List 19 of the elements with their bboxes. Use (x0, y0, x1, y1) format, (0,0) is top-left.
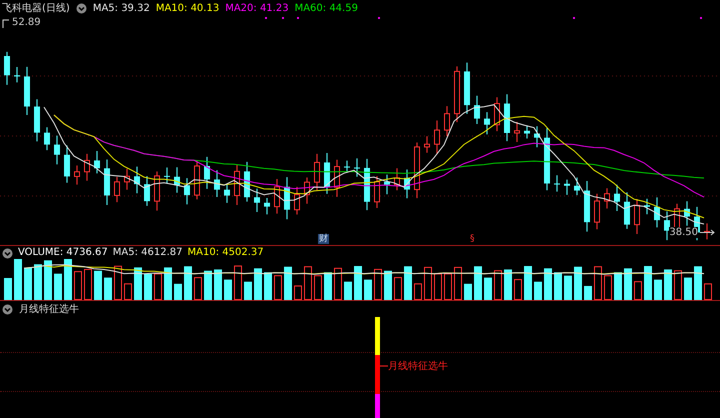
ma-reading: MA10: 40.13 (156, 2, 220, 14)
event-marker[interactable]: 财 (318, 234, 329, 244)
chevron-circle-icon[interactable] (2, 304, 13, 314)
chevron-circle-icon[interactable] (76, 2, 87, 14)
arrow-icon (700, 229, 716, 236)
ma-reading: MA60: 44.59 (294, 2, 358, 14)
signal-label: 月线特征选牛 (388, 360, 448, 373)
chevron-circle-icon[interactable] (2, 248, 13, 258)
stock-title: 飞科电器(日线) (2, 2, 70, 15)
ma-reading: MA5: 39.32 (92, 2, 150, 14)
ma-reading: MA20: 41.23 (225, 2, 289, 14)
volume-reading: VOLUME: 4736.67 (18, 247, 108, 259)
indicator-title: 月线特征选牛 (19, 302, 79, 316)
volume-reading: MA5: 4612.87 (112, 247, 183, 259)
event-marker[interactable]: § (470, 234, 474, 244)
high-price-label: 52.89 (12, 17, 41, 28)
low-price-label: 38.50 (669, 227, 698, 238)
volume-reading: MA10: 4502.37 (188, 247, 264, 259)
leader-line (380, 365, 388, 367)
